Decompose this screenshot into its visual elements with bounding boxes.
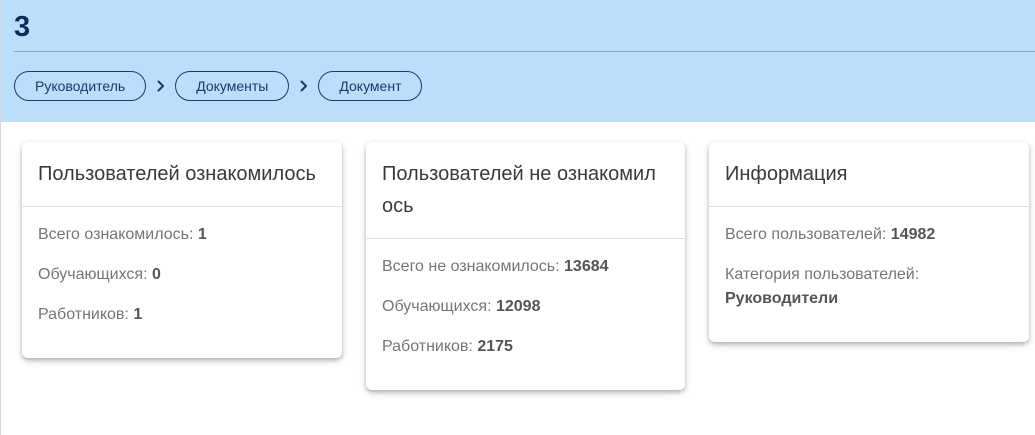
- card-title: Пользователей ознакомилось: [38, 163, 316, 185]
- stat-label: Работников:: [38, 306, 129, 323]
- information-card: Информация Всего пользователей: 14982 Ка…: [709, 142, 1029, 342]
- stat-label: Всего не ознакомилось:: [382, 258, 560, 275]
- breadcrumb-item-documents[interactable]: Документы: [175, 71, 290, 101]
- card-title: Информация: [725, 163, 848, 185]
- card-title-line: Пользователей не ознакомил: [382, 163, 656, 185]
- stat-value: Руководители: [725, 290, 839, 307]
- chevron-right-icon: [146, 71, 175, 101]
- page-header: 3 Руководитель Документы Документ: [1, 0, 1035, 122]
- stat-label: Обучающихся:: [382, 298, 492, 315]
- header-divider: [14, 51, 1035, 52]
- stat-value: 1: [133, 306, 143, 323]
- breadcrumb: Руководитель Документы Документ: [14, 70, 423, 102]
- not-acquainted-users-card: Пользователей не ознакомил ось Всего не …: [366, 142, 685, 390]
- stat-employees: Работников: 1: [22, 303, 342, 327]
- stat-user-category: Категория пользователей: Руководители: [709, 263, 1029, 311]
- stat-total-users: Всего пользователей: 14982: [709, 223, 1029, 247]
- stat-value: 12098: [495, 298, 541, 315]
- stat-value: 2175: [477, 338, 513, 355]
- breadcrumb-item-manager[interactable]: Руководитель: [14, 71, 147, 101]
- stat-total-acquainted: Всего ознакомилось: 1: [22, 223, 342, 247]
- stat-value: 1: [197, 226, 207, 243]
- card-title-line: ось: [382, 195, 414, 217]
- page-title: 3: [14, 11, 31, 43]
- stat-total-not-acquainted: Всего не ознакомилось: 13684: [366, 255, 685, 279]
- breadcrumb-item-document[interactable]: Документ: [318, 71, 423, 101]
- stat-value: 0: [151, 266, 161, 283]
- stat-students: Обучающихся: 12098: [366, 295, 685, 319]
- stat-students: Обучающихся: 0: [22, 263, 342, 287]
- acquainted-users-card: Пользователей ознакомилось Всего ознаком…: [22, 142, 342, 358]
- stat-label: Категория пользователей:: [725, 266, 920, 283]
- stat-value: 13684: [564, 258, 609, 275]
- stat-label: Всего ознакомилось:: [38, 226, 194, 243]
- stat-label: Всего пользователей:: [725, 226, 887, 243]
- stat-label: Обучающихся:: [38, 266, 148, 283]
- page: 3 Руководитель Документы Документ Пользо…: [0, 0, 1035, 435]
- stat-value: 14982: [890, 226, 936, 243]
- card-title: Пользователей не ознакомил ось: [366, 142, 685, 238]
- chevron-right-icon: [289, 71, 318, 101]
- stat-employees: Работников: 2175: [366, 335, 685, 359]
- stat-label: Работников:: [382, 338, 473, 355]
